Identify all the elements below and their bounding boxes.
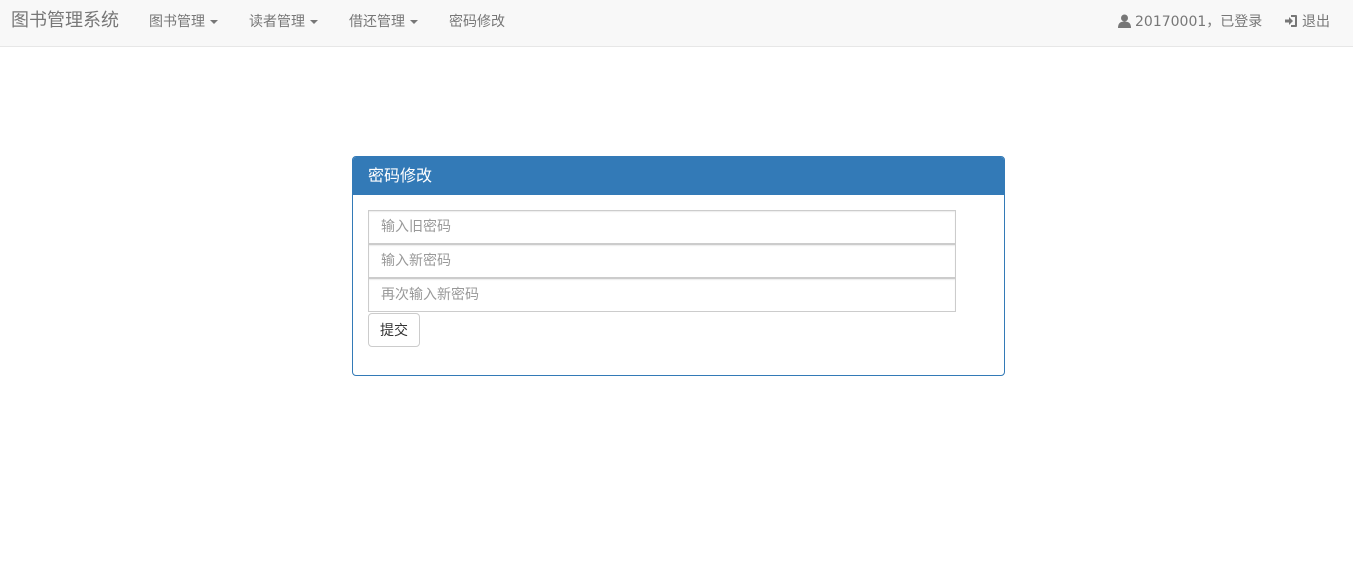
menu-borrow-return-label: 借还管理 — [349, 14, 405, 30]
change-password-panel: 密码修改 提交 — [352, 156, 1005, 376]
menu-book-management-label: 图书管理 — [149, 14, 205, 30]
top-navbar: 图书管理系统 图书管理 读者管理 借还管理 密码修改 20170001，已登录 … — [0, 0, 1353, 47]
menu-change-password-label: 密码修改 — [449, 14, 505, 30]
brand-title[interactable]: 图书管理系统 — [11, 11, 119, 31]
panel-title: 密码修改 — [353, 157, 1004, 195]
user-status-label: 20170001，已登录 — [1135, 14, 1263, 30]
menu-borrow-return[interactable]: 借还管理 — [349, 0, 418, 46]
caret-down-icon — [410, 20, 418, 24]
log-in-icon — [1284, 2, 1298, 46]
user-status[interactable]: 20170001，已登录 — [1118, 0, 1262, 46]
user-icon — [1118, 2, 1131, 46]
logout-label: 退出 — [1302, 14, 1330, 30]
caret-down-icon — [210, 20, 218, 24]
menu-reader-management-label: 读者管理 — [249, 14, 305, 30]
logout-link[interactable]: 退出 — [1284, 0, 1330, 46]
confirm-password-input[interactable] — [368, 278, 956, 312]
caret-down-icon — [310, 20, 318, 24]
menu-book-management[interactable]: 图书管理 — [149, 0, 218, 46]
new-password-input[interactable] — [368, 244, 956, 278]
menu-reader-management[interactable]: 读者管理 — [249, 0, 318, 46]
submit-button[interactable]: 提交 — [368, 313, 420, 347]
menu-change-password[interactable]: 密码修改 — [449, 0, 505, 46]
old-password-input[interactable] — [368, 210, 956, 244]
